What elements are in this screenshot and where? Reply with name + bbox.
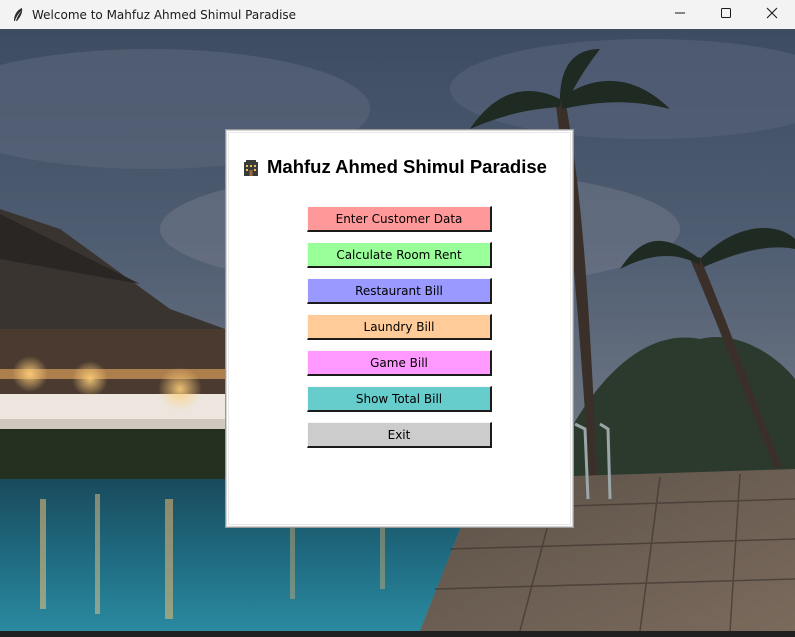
restaurant-bill-button[interactable]: Restaurant Bill <box>307 278 492 304</box>
show-total-bill-button[interactable]: Show Total Bill <box>307 386 492 412</box>
main-menu-panel: Mahfuz Ahmed Shimul Paradise Enter Custo… <box>225 129 574 528</box>
close-button[interactable] <box>749 0 795 29</box>
window-bottom-edge <box>0 631 795 637</box>
page-title: Mahfuz Ahmed Shimul Paradise <box>242 156 547 178</box>
calculate-room-rent-button[interactable]: Calculate Room Rent <box>307 242 492 268</box>
game-bill-button[interactable]: Game Bill <box>307 350 492 376</box>
title-bar[interactable]: Welcome to Mahfuz Ahmed Shimul Paradise <box>0 0 795 29</box>
window-title: Welcome to Mahfuz Ahmed Shimul Paradise <box>32 7 297 22</box>
feather-icon <box>8 5 28 25</box>
maximize-icon <box>720 7 732 22</box>
minimize-button[interactable] <box>657 0 703 29</box>
window-controls <box>657 0 795 29</box>
minimize-icon <box>674 7 686 22</box>
maximize-button[interactable] <box>703 0 749 29</box>
app-window: Welcome to Mahfuz Ahmed Shimul Paradise <box>0 0 795 637</box>
close-icon <box>766 7 778 22</box>
app-heading: Mahfuz Ahmed Shimul Paradise <box>267 156 547 177</box>
exit-button[interactable]: Exit <box>307 422 492 448</box>
hotel-icon <box>242 159 260 177</box>
enter-customer-data-button[interactable]: Enter Customer Data <box>307 206 492 232</box>
laundry-bill-button[interactable]: Laundry Bill <box>307 314 492 340</box>
